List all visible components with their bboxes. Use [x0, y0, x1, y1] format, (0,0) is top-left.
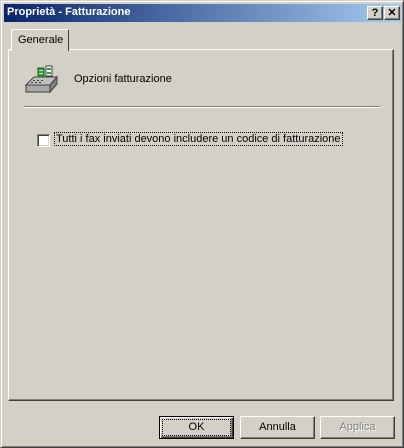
tab-generale[interactable]: Generale: [11, 29, 69, 51]
ok-button-label: OK: [162, 419, 231, 436]
ok-button[interactable]: OK: [159, 416, 234, 439]
window-title: Proprietà - Fatturazione: [7, 6, 131, 18]
tab-label: Generale: [18, 34, 64, 46]
billing-code-checkbox[interactable]: [37, 134, 50, 147]
section-title: Opzioni fatturazione: [74, 73, 172, 85]
apply-button[interactable]: Applica: [320, 416, 395, 439]
help-button[interactable]: ?: [367, 6, 383, 20]
close-button[interactable]: ✕: [384, 6, 400, 20]
tab-panel: [8, 49, 394, 401]
fax-billing-icon: [24, 65, 58, 94]
cancel-button[interactable]: Annulla: [240, 416, 315, 439]
billing-code-label[interactable]: Tutti i fax inviati devono includere un …: [54, 132, 343, 146]
separator: [24, 106, 380, 108]
properties-dialog: Proprietà - Fatturazione ? ✕ Generale Op…: [0, 0, 404, 448]
title-bar[interactable]: Proprietà - Fatturazione ? ✕: [4, 4, 401, 22]
